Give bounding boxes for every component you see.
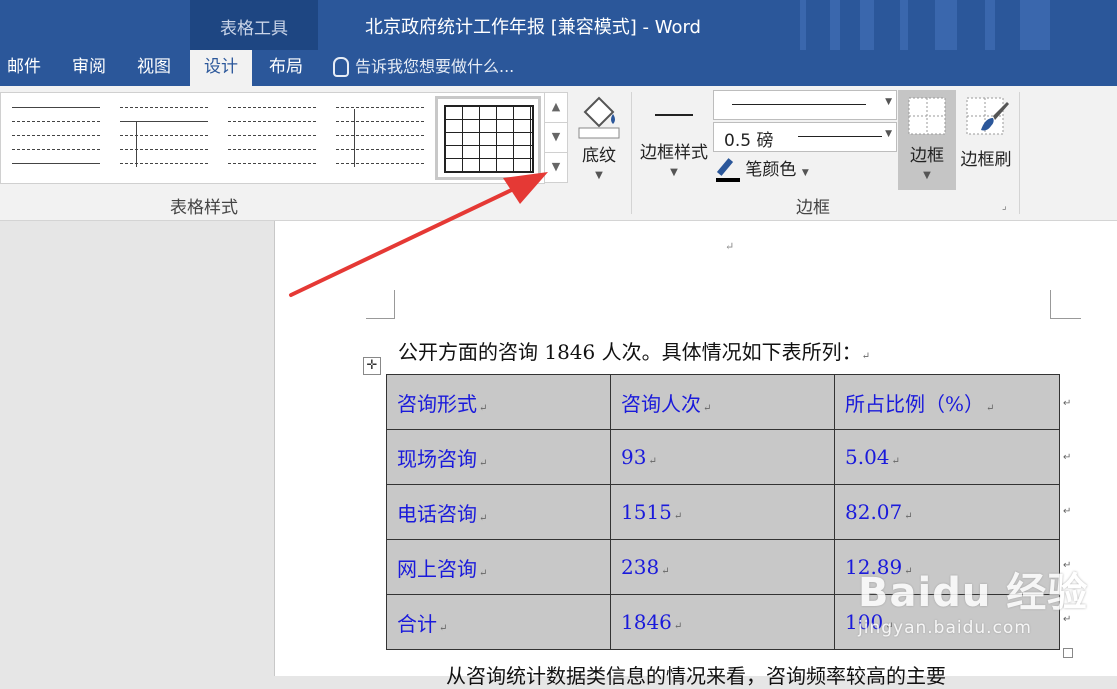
tab-design[interactable]: 设计 [190, 50, 252, 86]
borders-grid-icon [908, 97, 946, 135]
shading-button[interactable]: 底纹 ▼ [572, 92, 626, 181]
margin-corner-right [1050, 290, 1081, 319]
left-blank-pane [0, 221, 275, 676]
borders-label: 边框 [910, 146, 944, 166]
table-row: 现场咨询 ↵ 93 ↵ 5.04 ↵ [386, 429, 1060, 485]
watermark-logo: Baidu 经验 [858, 570, 1089, 616]
tab-review[interactable]: 审阅 [60, 50, 118, 86]
cell-text: 电话咨询 [397, 501, 477, 526]
context-group-label: 表格工具 [220, 19, 288, 39]
chevron-down-icon: ▼ [885, 129, 892, 139]
tab-view[interactable]: 视图 [126, 50, 182, 86]
gallery-scroll-down[interactable]: ▼ [544, 122, 568, 153]
group-separator [631, 92, 632, 214]
cell-text: 现场咨询 [397, 446, 477, 471]
cell-text: 网上咨询 [397, 556, 477, 581]
group-label-borders: 边框 [796, 198, 830, 218]
tab-mailings[interactable]: 邮件 [0, 50, 48, 86]
line-weight-value: 0.5 磅 [724, 131, 774, 151]
table-style-grid-selected[interactable] [435, 96, 541, 180]
table-cell[interactable]: 网上咨询 ↵ [386, 539, 611, 595]
border-styles-button[interactable]: 边框样式 ▼ [636, 100, 712, 178]
header-cell-text: 咨询形式 [397, 391, 477, 416]
chevron-down-icon: ▼ [885, 97, 892, 107]
line-weight-preview [798, 136, 882, 137]
margin-corner-left [366, 290, 395, 319]
tab-layout[interactable]: 布局 [258, 50, 314, 86]
paint-bucket-icon [578, 96, 620, 139]
table-cell[interactable]: 咨询形式 ↵ [386, 374, 611, 430]
line-style-preview [732, 104, 866, 105]
borders-button[interactable]: 边框 ▼ [898, 90, 956, 190]
table-header-row: 咨询形式 ↵ 咨询人次 ↵ 所占比例（%） ↵ [386, 374, 1060, 430]
tell-me-search[interactable]: 告诉我您想要做什么... [333, 50, 514, 86]
cell-text: 5.04 [845, 445, 890, 469]
intro-text: 公开方面的咨询 1846 人次。具体情况如下表所列： [398, 340, 862, 364]
group-label-table-styles: 表格样式 [170, 198, 238, 218]
table-cell[interactable]: 电话咨询 ↵ [386, 484, 611, 540]
table-cell[interactable]: 1515 ↵ [610, 484, 835, 540]
line-style-dropdown[interactable]: ▼ [713, 90, 897, 120]
table-cell[interactable]: 82.07 ↵ [834, 484, 1060, 540]
chevron-down-icon: ▼ [670, 167, 678, 178]
document-title: 北京政府统计工作年报 [兼容模式] - Word [365, 17, 701, 38]
header-cell-text: 所占比例（%） [845, 391, 985, 416]
cell-text: 1515 [621, 500, 672, 524]
table-cell[interactable]: 咨询人次 ↵ [610, 374, 835, 430]
tell-me-text: 告诉我您想要做什么... [355, 57, 515, 76]
table-resize-handle[interactable] [1063, 648, 1073, 658]
next-paragraph[interactable]: 从咨询统计数据类信息的情况来看，咨询频率较高的主要 [446, 660, 946, 689]
table-cell[interactable]: 238 ↵ [610, 539, 835, 595]
table-cell[interactable]: 5.04 ↵ [834, 429, 1060, 485]
table-cell[interactable]: 现场咨询 ↵ [386, 429, 611, 485]
cell-text: 82.07 [845, 500, 903, 524]
cell-text: 1846 [621, 610, 672, 634]
cell-text: 合计 [397, 611, 437, 636]
baidu-watermark: Baidu 经验 jingyan.baidu.com [858, 560, 1088, 638]
group-separator [1019, 92, 1020, 214]
pen-color-label: 笔颜色 [745, 160, 797, 180]
line-weight-dropdown[interactable]: 0.5 磅 ▼ [713, 122, 897, 152]
gallery-scroll-up[interactable]: ▲ [544, 92, 568, 123]
pen-color-button[interactable]: 笔颜色 ▼ [716, 155, 809, 182]
paragraph-mark: ↵ [861, 351, 871, 362]
gallery-more-button[interactable]: ▼ [544, 152, 568, 183]
table-cell[interactable]: 93 ↵ [610, 429, 835, 485]
border-painter-label: 边框刷 [960, 150, 1012, 170]
row-end-mark: ↵ [1063, 506, 1072, 517]
table-move-handle[interactable]: ✛ [363, 357, 381, 375]
row-end-mark: ↵ [1063, 452, 1072, 463]
cell-text: 238 [621, 555, 660, 579]
table-style-plain-4[interactable] [332, 101, 428, 173]
border-painter-icon [966, 97, 1009, 135]
watermark-url: jingyan.baidu.com [858, 618, 1032, 638]
chevron-down-icon: ▼ [923, 170, 931, 181]
table-style-plain-1[interactable] [8, 101, 104, 173]
table-cell[interactable]: 合计 ↵ [386, 594, 611, 650]
table-cell[interactable]: 所占比例（%） ↵ [834, 374, 1060, 430]
pen-icon [716, 158, 740, 182]
table-row: 电话咨询 ↵ 1515 ↵ 82.07 ↵ [386, 484, 1060, 540]
shading-label: 底纹 [582, 146, 616, 166]
row-end-mark: ↵ [1063, 398, 1072, 409]
lightbulb-icon [333, 56, 349, 77]
chevron-down-icon: ▼ [595, 170, 603, 181]
border-styles-label: 边框样式 [640, 143, 708, 163]
cell-text: 93 [621, 445, 647, 469]
table-style-plain-2[interactable] [116, 101, 212, 173]
paragraph-mark: ↵ [725, 240, 735, 253]
chevron-down-icon: ▼ [801, 168, 809, 178]
table-style-plain-3[interactable] [224, 101, 320, 173]
border-line-icon [655, 114, 693, 116]
dialog-launcher-icon[interactable]: ⌟ [1002, 201, 1007, 212]
header-cell-text: 咨询人次 [621, 391, 701, 416]
table-cell[interactable]: 1846 ↵ [610, 594, 835, 650]
intro-paragraph[interactable]: 公开方面的咨询 1846 人次。具体情况如下表所列：↵ [398, 336, 870, 365]
border-painter-button[interactable]: 边框刷 [958, 90, 1014, 170]
